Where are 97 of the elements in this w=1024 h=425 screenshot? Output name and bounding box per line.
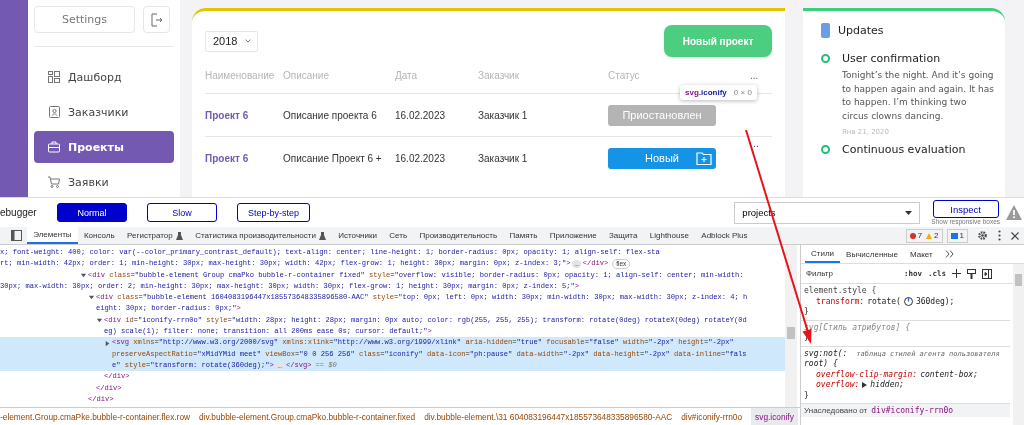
timeline-dot-icon [821,54,830,63]
devtools-tab[interactable]: Защита [602,227,644,244]
devtools-tab[interactable]: Сеть [383,227,414,244]
css-selector: svg:not(: [804,348,848,359]
sidebar-item[interactable]: Дашборд [34,61,174,93]
collapse-triangle-icon[interactable] [96,316,103,324]
issues-count[interactable]: 1 [946,228,968,243]
debugger-label: ebugger [0,207,38,218]
css-selector: element.style { [804,286,877,297]
scrollbar[interactable] [785,245,797,408]
cart-icon [48,176,60,188]
speed-mode-button[interactable]: Normal [57,203,127,222]
updates-title: Updates [838,24,884,37]
breadcrumb-item[interactable]: div#iconify-rrn0o [681,408,752,425]
column-header: Заказчик [478,69,521,81]
close-icon[interactable] [1011,231,1019,240]
description-cell-text: Описание проекта 6 [283,109,378,121]
devtools-tab[interactable]: Консоль [77,227,121,244]
expand-triangle-icon[interactable] [104,339,111,347]
speed-mode-button[interactable]: Slow [147,203,217,222]
timeline-dot-icon [821,145,830,154]
folder-plus-icon [696,150,712,165]
element-tooltip: svg.iconify 0 × 0 [680,84,757,100]
inherited-element-link[interactable]: div#iconify-rrn0o [871,406,954,415]
devtools-tab[interactable]: Lighthouse [643,227,696,244]
plus-icon[interactable] [952,269,962,278]
update-text: Tonight’s the night. And it’s going to happen again and again. It has to happen. I’m thinking two circus clowns dancing. [842,69,995,123]
devtools-tab[interactable]: Элементы [27,227,78,244]
css-selector: root) { [804,359,838,370]
column-header: Наименование [205,69,276,81]
dropdown-caret-icon [905,210,913,215]
sidebar-item[interactable]: Заявки [34,166,174,197]
breadcrumb-item[interactable]: div.bubble-element.Group.cmaPko.bubble-r-container.fixed [199,408,425,425]
contact-card-icon [48,106,60,118]
css-value: content-box; [920,369,978,380]
css-property: transform: [816,296,865,307]
breadcrumb-item[interactable]: div.bubble-element.\31 604083196447x185573648335896580-AAC [424,408,682,425]
speed-mode-button[interactable]: Step-by-step [237,203,311,222]
year-select[interactable]: 2018 [205,30,258,52]
styles-tab[interactable]: Макет [903,245,939,263]
update-title: User confirmation [842,52,941,65]
sidebar-item[interactable]: Проекты [34,131,174,163]
css-value: rotate( [867,296,901,307]
briefcase-icon [48,141,60,153]
sidebar-toggle-icon[interactable] [982,268,993,279]
dock-side-icon[interactable] [11,230,22,241]
column-header: Описание [283,69,330,81]
devtools-tab[interactable]: Adblock Plus [695,227,754,244]
dashboard-icon [48,71,60,83]
update-title: Continuous evaluation [842,143,966,156]
collapse-triangle-icon[interactable] [80,271,87,279]
styles-tab[interactable]: Вычисленные [840,245,904,263]
message-icon [950,232,958,239]
column-header: Дата [395,69,419,81]
settings-icon[interactable] [977,230,988,241]
error-icon [909,232,916,239]
project-link[interactable]: Проект 6 [205,109,283,121]
date-cell-text: 16.02.2023 [395,152,447,164]
styles-tab[interactable]: Стили [805,245,841,263]
css-property: overflow: [816,380,860,391]
project-link[interactable]: Проект 6 [205,152,283,164]
devtools-tab[interactable]: Источники [332,227,384,244]
devtools-tab[interactable]: Регистратор [120,227,189,244]
more-options-icon[interactable] [998,230,1001,241]
breadcrumb-item[interactable]: svg.iconify [751,408,798,425]
css-property: overflow-clip-margin: [816,369,918,380]
warning-icon [926,232,933,239]
css-value: 360deg); [915,296,955,307]
devtools-tab[interactable]: Приложение [543,227,603,244]
error-count[interactable]: 7 2 [905,228,943,243]
closing-brace: } [804,307,809,318]
inherited-label: Унаследовано от [804,406,868,415]
devtools-tab[interactable]: Память [503,227,544,244]
sidebar-item[interactable]: Заказчики [34,96,174,128]
column-header: Статус [608,69,641,81]
customer-cell-text: Заказчик 1 [478,109,529,121]
collapse-triangle-icon[interactable] [88,294,95,302]
scrollbar[interactable] [1013,264,1024,425]
breadcrumb-item[interactable]: -element.Group.cmaPke.bubble-r-container.flex.row [0,408,199,425]
description-cell-text: Описание Проект 6 + [283,152,383,164]
more-tabs-icon[interactable] [944,250,954,258]
inspect-button[interactable]: Inspect [932,200,999,218]
chevron-down-icon [245,39,252,43]
settings-button[interactable]: Settings [34,6,135,33]
column-header: ... [750,69,760,81]
updates-marker-icon [821,23,830,38]
devtools-tab[interactable]: Производительность [413,227,504,244]
date-cell-text: 16.02.2023 [395,109,447,121]
paint-brush-icon[interactable] [967,268,977,279]
row-menu[interactable]: ... [750,137,760,149]
expand-triangle-icon[interactable] [862,382,868,389]
closing-brace: } [804,390,809,401]
logout-icon [150,12,163,27]
angle-clock-icon[interactable] [903,297,913,307]
devtools-tab[interactable]: Статистика производительности [188,227,333,244]
customer-cell-text: Заказчик 1 [478,152,529,164]
css-value: hidden; [870,380,905,391]
